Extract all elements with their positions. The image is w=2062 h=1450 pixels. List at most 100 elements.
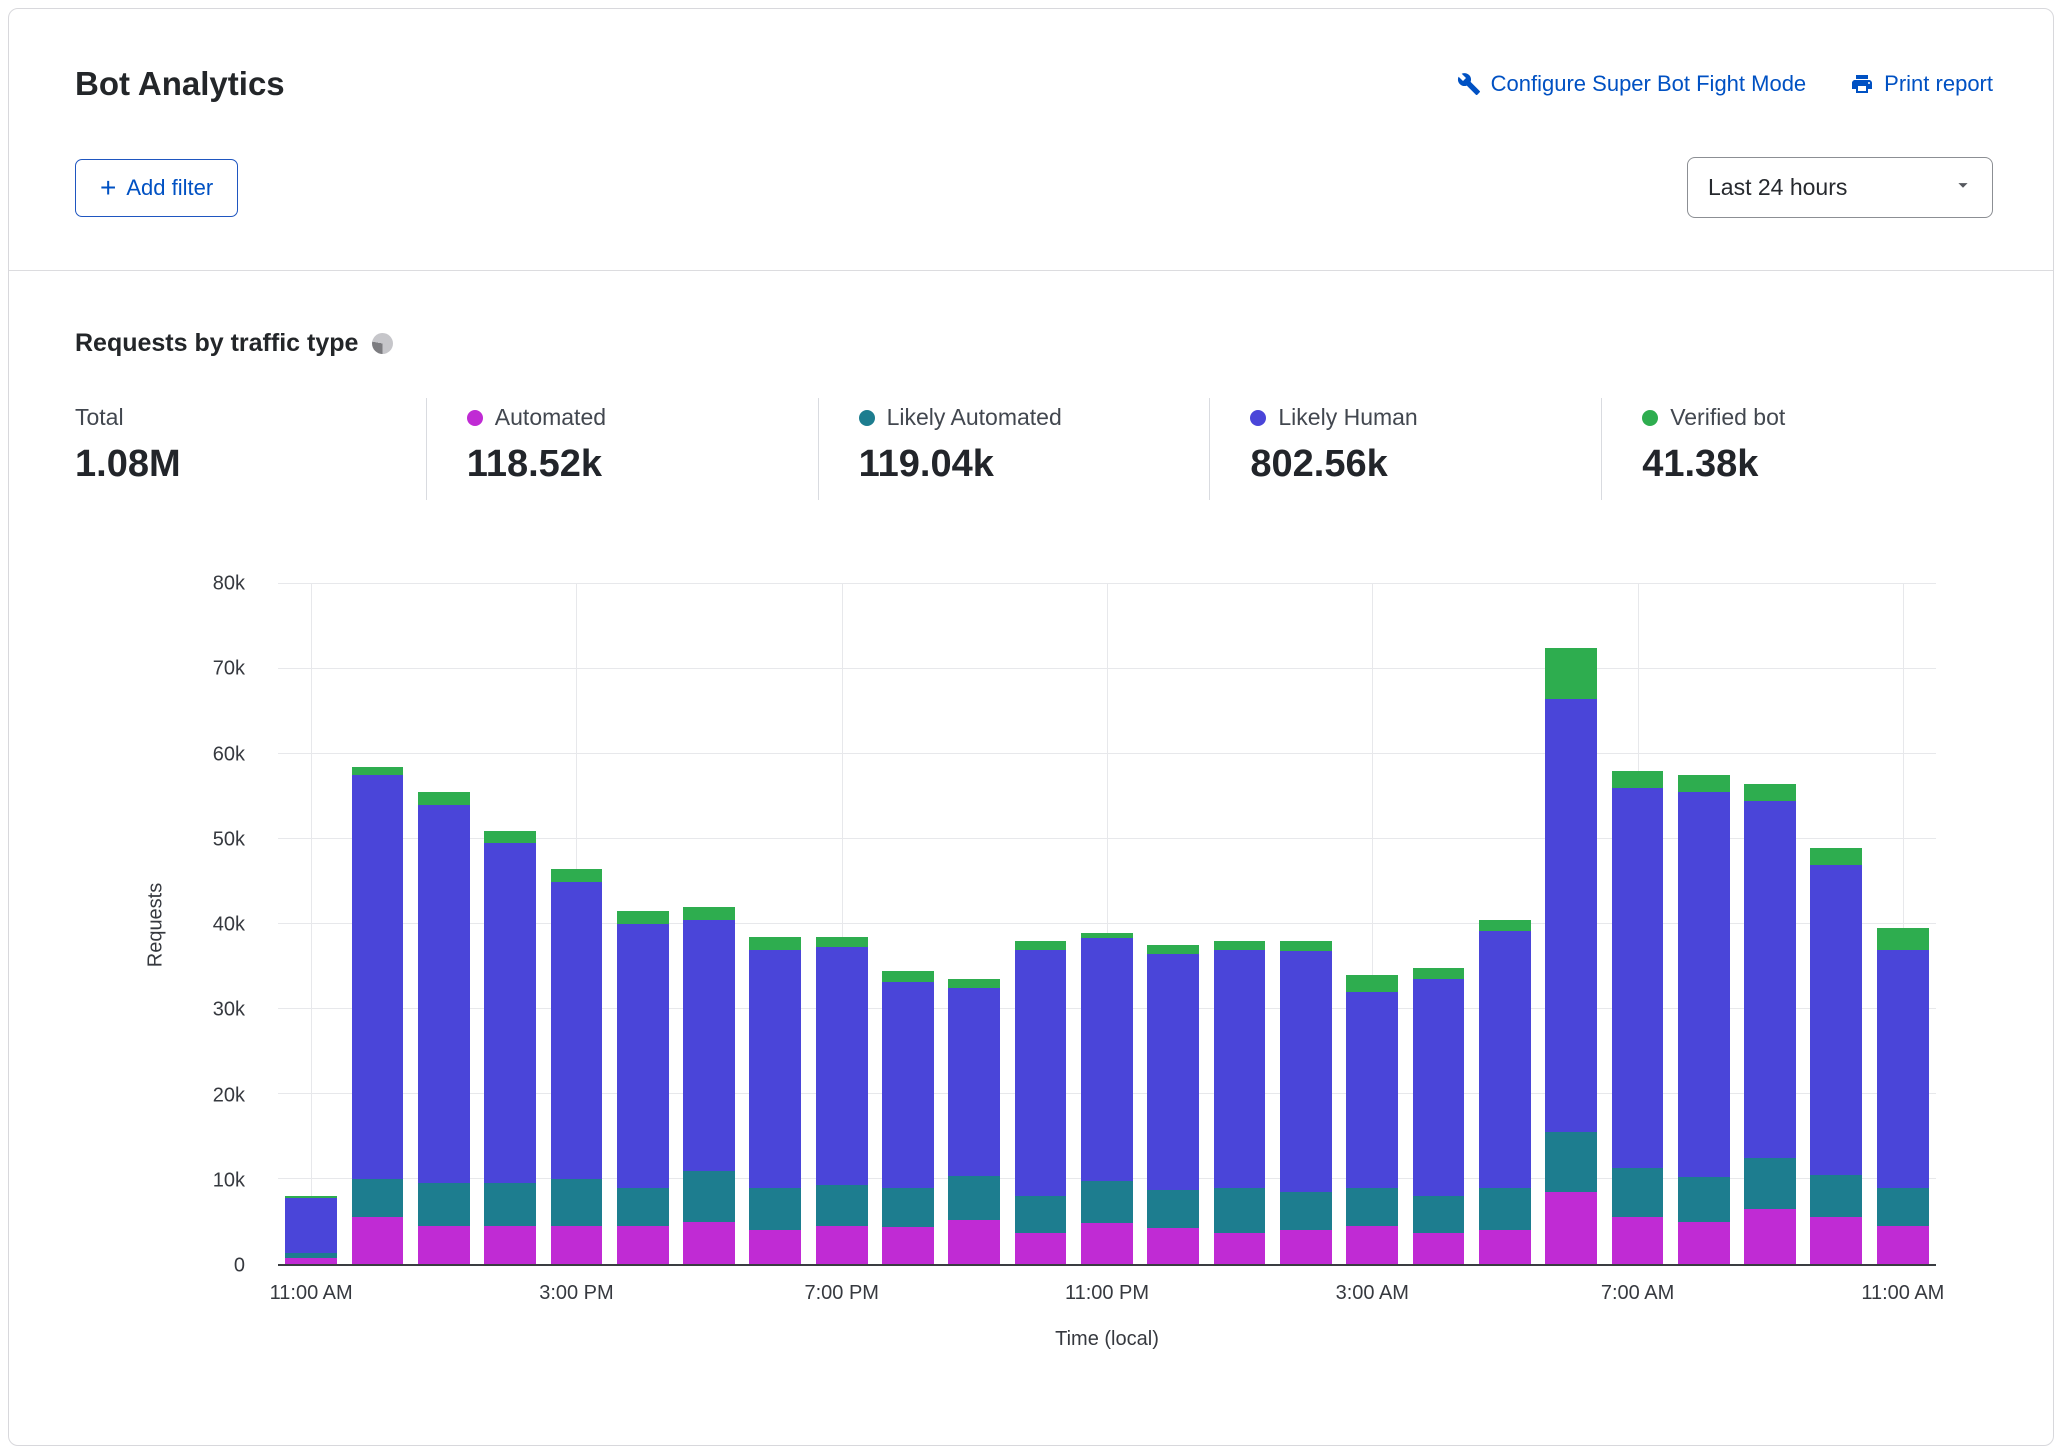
bar-segment-verified-bot bbox=[617, 911, 669, 924]
bar-9[interactable] bbox=[875, 584, 941, 1264]
bar-segment-automated bbox=[1147, 1228, 1199, 1264]
bar-segment-verified-bot bbox=[484, 831, 536, 844]
x-tick-label: 7:00 PM bbox=[804, 1282, 878, 1305]
stat-likely-human[interactable]: Likely Human 802.56k bbox=[1209, 398, 1601, 500]
stat-likely-automated[interactable]: Likely Automated 119.04k bbox=[818, 398, 1210, 500]
bar-8[interactable] bbox=[809, 584, 875, 1264]
bar-segment-likely-human bbox=[1612, 788, 1664, 1168]
bar-10[interactable] bbox=[941, 584, 1007, 1264]
bar-segment-likely-automated bbox=[1744, 1158, 1796, 1209]
bar-5[interactable] bbox=[610, 584, 676, 1264]
bar-17[interactable] bbox=[1405, 584, 1471, 1264]
bar-segment-likely-human bbox=[617, 924, 669, 1188]
bar-segment-likely-human bbox=[816, 947, 868, 1185]
bars-container bbox=[278, 584, 1936, 1264]
bar-segment-automated bbox=[948, 1220, 1000, 1264]
bar-segment-verified-bot bbox=[551, 869, 603, 882]
requests-chart: Requests 010k20k30k40k50k60k70k80k 11:00… bbox=[75, 584, 1993, 1351]
bar-12[interactable] bbox=[1074, 584, 1140, 1264]
stat-likely-human-value: 802.56k bbox=[1250, 443, 1591, 486]
bar-segment-verified-bot bbox=[1545, 648, 1597, 699]
configure-link-label: Configure Super Bot Fight Mode bbox=[1491, 71, 1807, 97]
bar-segment-likely-automated bbox=[484, 1183, 536, 1226]
bar-2[interactable] bbox=[411, 584, 477, 1264]
time-range-value: Last 24 hours bbox=[1708, 174, 1847, 201]
bar-7[interactable] bbox=[742, 584, 808, 1264]
bar-segment-automated bbox=[285, 1258, 337, 1264]
bar-0[interactable] bbox=[278, 584, 344, 1264]
bar-24[interactable] bbox=[1870, 584, 1936, 1264]
print-report-link[interactable]: Print report bbox=[1850, 71, 1993, 97]
bar-21[interactable] bbox=[1671, 584, 1737, 1264]
bar-segment-likely-automated bbox=[352, 1179, 404, 1217]
bar-16[interactable] bbox=[1339, 584, 1405, 1264]
y-axis-label: Requests bbox=[145, 883, 168, 968]
bar-segment-likely-automated bbox=[1545, 1132, 1597, 1192]
bar-6[interactable] bbox=[676, 584, 742, 1264]
stat-automated-value: 118.52k bbox=[467, 443, 808, 486]
stat-total[interactable]: Total 1.08M bbox=[75, 398, 426, 500]
bar-segment-likely-automated bbox=[1346, 1188, 1398, 1226]
printer-icon bbox=[1850, 72, 1874, 96]
bar-1[interactable] bbox=[344, 584, 410, 1264]
stat-verified-bot-label: Verified bot bbox=[1670, 404, 1785, 431]
bar-segment-verified-bot bbox=[1147, 945, 1199, 954]
bar-segment-likely-human bbox=[1877, 950, 1929, 1188]
bar-segment-likely-human bbox=[418, 805, 470, 1183]
stat-automated[interactable]: Automated 118.52k bbox=[426, 398, 818, 500]
bar-segment-likely-human bbox=[1280, 951, 1332, 1192]
bar-18[interactable] bbox=[1472, 584, 1538, 1264]
bar-segment-verified-bot bbox=[1015, 941, 1067, 950]
bar-segment-automated bbox=[1877, 1226, 1929, 1264]
bar-4[interactable] bbox=[543, 584, 609, 1264]
pie-chart-icon bbox=[372, 333, 393, 354]
bar-segment-verified-bot bbox=[1346, 975, 1398, 992]
bar-segment-automated bbox=[1810, 1217, 1862, 1264]
bar-segment-automated bbox=[816, 1226, 868, 1264]
bar-22[interactable] bbox=[1737, 584, 1803, 1264]
bar-segment-automated bbox=[551, 1226, 603, 1264]
header: Bot Analytics Configure Super Bot Fight … bbox=[9, 9, 2053, 270]
bar-13[interactable] bbox=[1140, 584, 1206, 1264]
bar-segment-likely-automated bbox=[1612, 1168, 1664, 1217]
bar-20[interactable] bbox=[1604, 584, 1670, 1264]
x-axis-label: Time (local) bbox=[278, 1328, 1936, 1351]
bar-segment-verified-bot bbox=[1877, 928, 1929, 949]
time-range-dropdown[interactable]: Last 24 hours bbox=[1687, 157, 1993, 218]
plot-area bbox=[278, 584, 1936, 1266]
bar-segment-automated bbox=[1081, 1223, 1133, 1264]
bar-segment-likely-human bbox=[1678, 792, 1730, 1177]
bar-segment-verified-bot bbox=[1214, 941, 1266, 950]
bar-segment-verified-bot bbox=[1612, 771, 1664, 788]
bar-segment-automated bbox=[617, 1226, 669, 1264]
bar-segment-likely-human bbox=[1810, 865, 1862, 1175]
bar-segment-verified-bot bbox=[749, 937, 801, 950]
add-filter-button[interactable]: + Add filter bbox=[75, 159, 238, 217]
y-tick-label: 60k bbox=[213, 743, 245, 766]
bar-23[interactable] bbox=[1803, 584, 1869, 1264]
configure-super-bot-fight-mode-link[interactable]: Configure Super Bot Fight Mode bbox=[1457, 71, 1807, 97]
bar-14[interactable] bbox=[1206, 584, 1272, 1264]
bar-segment-likely-automated bbox=[948, 1176, 1000, 1220]
section-title: Requests by traffic type bbox=[75, 329, 358, 358]
verified-bot-dot bbox=[1642, 410, 1658, 426]
chevron-down-icon bbox=[1952, 174, 1974, 202]
bar-11[interactable] bbox=[1007, 584, 1073, 1264]
x-tick-label: 11:00 PM bbox=[1065, 1282, 1149, 1305]
bar-segment-likely-human bbox=[551, 882, 603, 1180]
bar-segment-verified-bot bbox=[352, 767, 404, 776]
stat-verified-bot[interactable]: Verified bot 41.38k bbox=[1601, 398, 1993, 500]
bar-segment-verified-bot bbox=[418, 792, 470, 805]
print-link-label: Print report bbox=[1884, 71, 1993, 97]
bar-19[interactable] bbox=[1538, 584, 1604, 1264]
stat-automated-label: Automated bbox=[495, 404, 606, 431]
x-tick-label: 3:00 PM bbox=[539, 1282, 613, 1305]
bar-segment-likely-human bbox=[1081, 938, 1133, 1180]
bar-segment-automated bbox=[1346, 1226, 1398, 1264]
bar-segment-likely-automated bbox=[1877, 1188, 1929, 1226]
bar-segment-automated bbox=[418, 1226, 470, 1264]
bar-15[interactable] bbox=[1273, 584, 1339, 1264]
bar-segment-verified-bot bbox=[1678, 775, 1730, 792]
bar-3[interactable] bbox=[477, 584, 543, 1264]
bar-segment-automated bbox=[1015, 1233, 1067, 1264]
